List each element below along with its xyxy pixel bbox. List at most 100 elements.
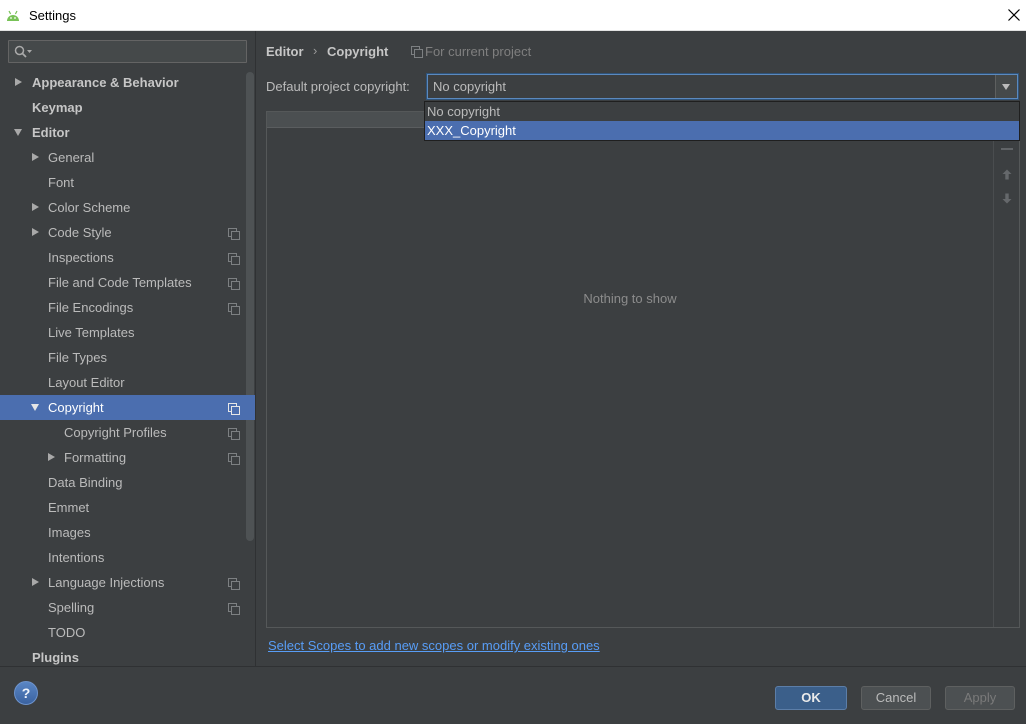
collapse-arrow-icon[interactable] [13, 129, 22, 136]
tree-item-copyright-profiles[interactable]: Copyright Profiles [0, 420, 255, 445]
tree-item-images[interactable]: Images [0, 520, 255, 545]
tree-item-label: Images [48, 525, 91, 540]
tree-item-label: Emmet [48, 500, 90, 515]
tree-item-label: Copyright [48, 400, 104, 415]
empty-table-text: Nothing to show [583, 291, 677, 306]
tree-item-label: TODO [48, 625, 86, 640]
move-up-icon[interactable] [1002, 169, 1012, 180]
tree-item-editor[interactable]: Editor [0, 120, 255, 145]
android-icon [7, 10, 19, 21]
tree-item-language-injections[interactable]: Language Injections [0, 570, 255, 595]
tree-item-file-types[interactable]: File Types [0, 345, 255, 370]
tree-item-label: Copyright Profiles [64, 425, 167, 440]
settings-dialog: Settings Appearance & Behavior Keymap Ed… [0, 0, 1026, 724]
tree-item-label: Appearance & Behavior [32, 75, 179, 90]
tree-item-label: Spelling [48, 600, 95, 615]
tree-item-label: Language Injections [48, 575, 165, 590]
project-scope-icon [228, 278, 240, 290]
tree-item-plugins[interactable]: Plugins [0, 645, 255, 666]
apply-button[interactable]: Apply [945, 686, 1015, 710]
dropdown-option-xxx-copyright[interactable]: XXX_Copyright [425, 121, 1019, 140]
project-scope-icon [228, 403, 240, 415]
expand-arrow-icon[interactable] [15, 78, 22, 86]
tree-item-appearance-behavior[interactable]: Appearance & Behavior [0, 70, 255, 95]
tree-item-font[interactable]: Font [0, 170, 255, 195]
tree-item-label: Formatting [64, 450, 127, 465]
tree-item-data-binding[interactable]: Data Binding [0, 470, 255, 495]
project-scope-icon [228, 453, 240, 465]
tree-item-label: Intentions [48, 550, 105, 565]
move-down-icon[interactable] [1002, 193, 1012, 204]
tree-item-label: Color Scheme [48, 200, 131, 215]
tree-item-label: Layout Editor [48, 375, 125, 390]
tree-item-code-style[interactable]: Code Style [0, 220, 255, 245]
tree-item-label: Editor [32, 125, 70, 140]
tree-item-label: File Encodings [48, 300, 134, 315]
tree-item-label: Font [48, 175, 75, 190]
tree-item-file-encodings[interactable]: File Encodings [0, 295, 255, 320]
expand-arrow-icon[interactable] [48, 453, 55, 461]
table-toolbar [993, 112, 1019, 627]
dropdown-option-no-copyright[interactable]: No copyright [425, 102, 1019, 121]
collapse-arrow-icon[interactable] [30, 404, 39, 411]
tree-item-label: Data Binding [48, 475, 123, 490]
breadcrumb-parent[interactable]: Editor [266, 44, 304, 59]
remove-icon[interactable] [1001, 148, 1013, 150]
search-icon[interactable] [14, 45, 34, 59]
cancel-button[interactable]: Cancel [861, 686, 931, 710]
breadcrumb-separator: › [313, 43, 318, 58]
dialog-footer: ? OK Cancel Apply [0, 666, 1026, 724]
close-button[interactable] [1002, 3, 1026, 27]
tree-item-intentions[interactable]: Intentions [0, 545, 255, 570]
tree-item-layout-editor[interactable]: Layout Editor [0, 370, 255, 395]
tree-item-copyright[interactable]: Copyright [0, 395, 255, 420]
dropdown-button[interactable] [995, 75, 1017, 98]
tree-item-label: File and Code Templates [48, 275, 192, 290]
tree-item-file-and-code-templates[interactable]: File and Code Templates [0, 270, 255, 295]
breadcrumb-current: Copyright [327, 44, 389, 59]
tree-item-spelling[interactable]: Spelling [0, 595, 255, 620]
tree-item-formatting[interactable]: Formatting [0, 445, 255, 470]
settings-search[interactable] [8, 40, 247, 63]
tree-item-label: Plugins [32, 650, 79, 665]
project-scope-icon [228, 253, 240, 265]
default-copyright-label: Default project copyright: [266, 79, 410, 94]
tree-item-label: File Types [48, 350, 108, 365]
project-scope-icon [228, 428, 240, 440]
tree-item-label: Code Style [48, 225, 112, 240]
title-bar: Settings [0, 0, 1026, 31]
project-scope-icon [228, 578, 240, 590]
tree-item-emmet[interactable]: Emmet [0, 495, 255, 520]
ok-button[interactable]: OK [775, 686, 847, 710]
default-copyright-select[interactable]: No copyright [427, 74, 1018, 99]
expand-arrow-icon[interactable] [32, 153, 39, 161]
expand-arrow-icon[interactable] [32, 578, 39, 586]
settings-tree: Appearance & Behavior Keymap Editor Gene… [0, 70, 255, 666]
tree-item-keymap[interactable]: Keymap [0, 95, 255, 120]
tree-item-inspections[interactable]: Inspections [0, 245, 255, 270]
scope-note: For current project [425, 44, 532, 59]
tree-item-color-scheme[interactable]: Color Scheme [0, 195, 255, 220]
expand-arrow-icon[interactable] [32, 203, 39, 211]
search-input[interactable] [35, 43, 240, 60]
tree-item-label: Inspections [48, 250, 114, 265]
tree-item-label: General [48, 150, 95, 165]
project-scope-icon [411, 46, 423, 58]
default-copyright-value: No copyright [433, 79, 506, 94]
tree-item-general[interactable]: General [0, 145, 255, 170]
chevron-down-icon [1002, 84, 1010, 90]
default-copyright-dropdown-list: No copyright XXX_Copyright [424, 101, 1020, 141]
tree-item-todo[interactable]: TODO [0, 620, 255, 645]
tree-item-label: Keymap [32, 100, 83, 115]
project-scope-icon [228, 603, 240, 615]
settings-sidebar: Appearance & Behavior Keymap Editor Gene… [0, 31, 256, 666]
window-title: Settings [29, 8, 76, 23]
close-icon [1008, 9, 1020, 21]
expand-arrow-icon[interactable] [32, 228, 39, 236]
select-scopes-link[interactable]: Select Scopes to add new scopes or modif… [268, 638, 600, 653]
scopes-table: Nothing to show [266, 111, 1020, 628]
tree-item-label: Live Templates [48, 325, 135, 340]
project-scope-icon [228, 228, 240, 240]
tree-item-live-templates[interactable]: Live Templates [0, 320, 255, 345]
help-button[interactable]: ? [14, 681, 38, 705]
